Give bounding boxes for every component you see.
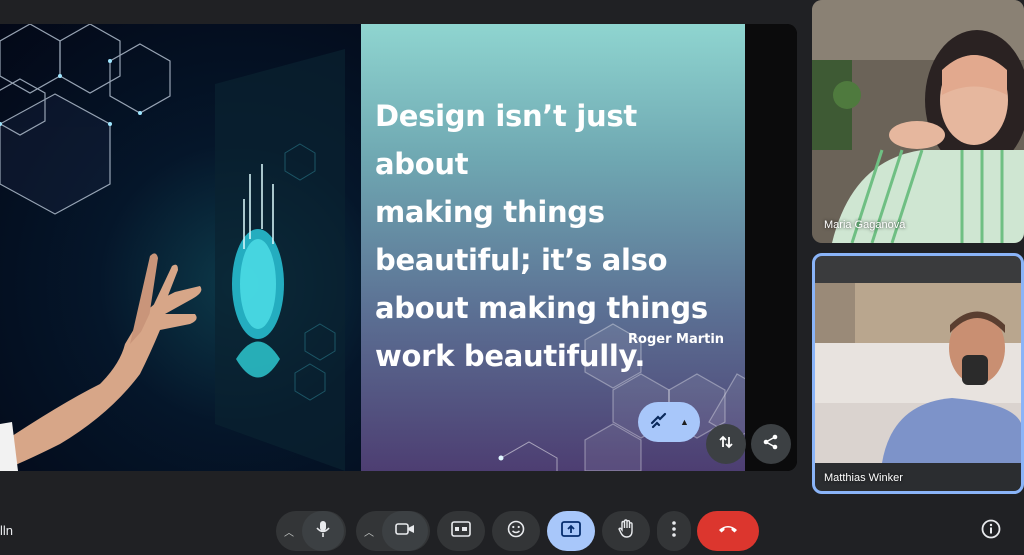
info-icon [981,519,1001,544]
swap-icon [717,433,735,456]
share-button[interactable] [751,424,791,464]
camera-button[interactable] [382,511,428,551]
present-icon [561,520,581,542]
participant-video [812,0,1024,243]
mic-options-button[interactable]: ︿ [276,524,302,539]
annotate-icon [648,409,670,436]
quote-line: beautiful; it’s also [375,243,668,277]
quote-line: about making things [375,291,708,325]
camera-control-group: ︿ [356,511,430,551]
raise-hand-button[interactable] [602,511,650,551]
mic-icon [315,520,331,543]
meeting-details-button[interactable] [978,518,1004,544]
presentation-margin [745,24,797,471]
raise-hand-icon [617,518,635,544]
slide-image [0,24,361,471]
present-button[interactable] [547,511,595,551]
slide-illustration [0,24,345,471]
more-options-icon [672,520,676,542]
quote-line: Design isn’t just about [375,99,637,181]
emoji-icon [507,520,525,543]
mic-control-group: ︿ [276,511,346,551]
quote-author: Roger Martin [628,332,725,347]
participant-name: Maria Gaganova [824,219,906,231]
meeting-stage: Design isn’t just about making things be… [0,0,1024,555]
mic-button[interactable] [302,511,344,551]
camera-icon [395,522,415,541]
captions-button[interactable] [437,511,485,551]
participant-tile[interactable]: Maria Gaganova [812,0,1024,243]
end-call-icon [717,522,739,540]
participant-name: Matthias Winker [824,472,903,484]
captions-icon [451,520,471,542]
quote-line: making things [375,195,605,229]
annotate-button[interactable]: ▲ [638,402,700,442]
participant-video [815,256,1021,491]
share-icon [762,433,780,456]
swap-view-button[interactable] [706,424,746,464]
meeting-code: lln [0,523,14,538]
more-options-button[interactable] [657,511,691,551]
reactions-button[interactable] [492,511,540,551]
chevron-up-icon: ▲ [680,417,689,427]
participant-tile-active[interactable]: Matthias Winker [812,253,1024,494]
camera-options-button[interactable]: ︿ [356,524,382,539]
end-call-button[interactable] [697,511,759,551]
